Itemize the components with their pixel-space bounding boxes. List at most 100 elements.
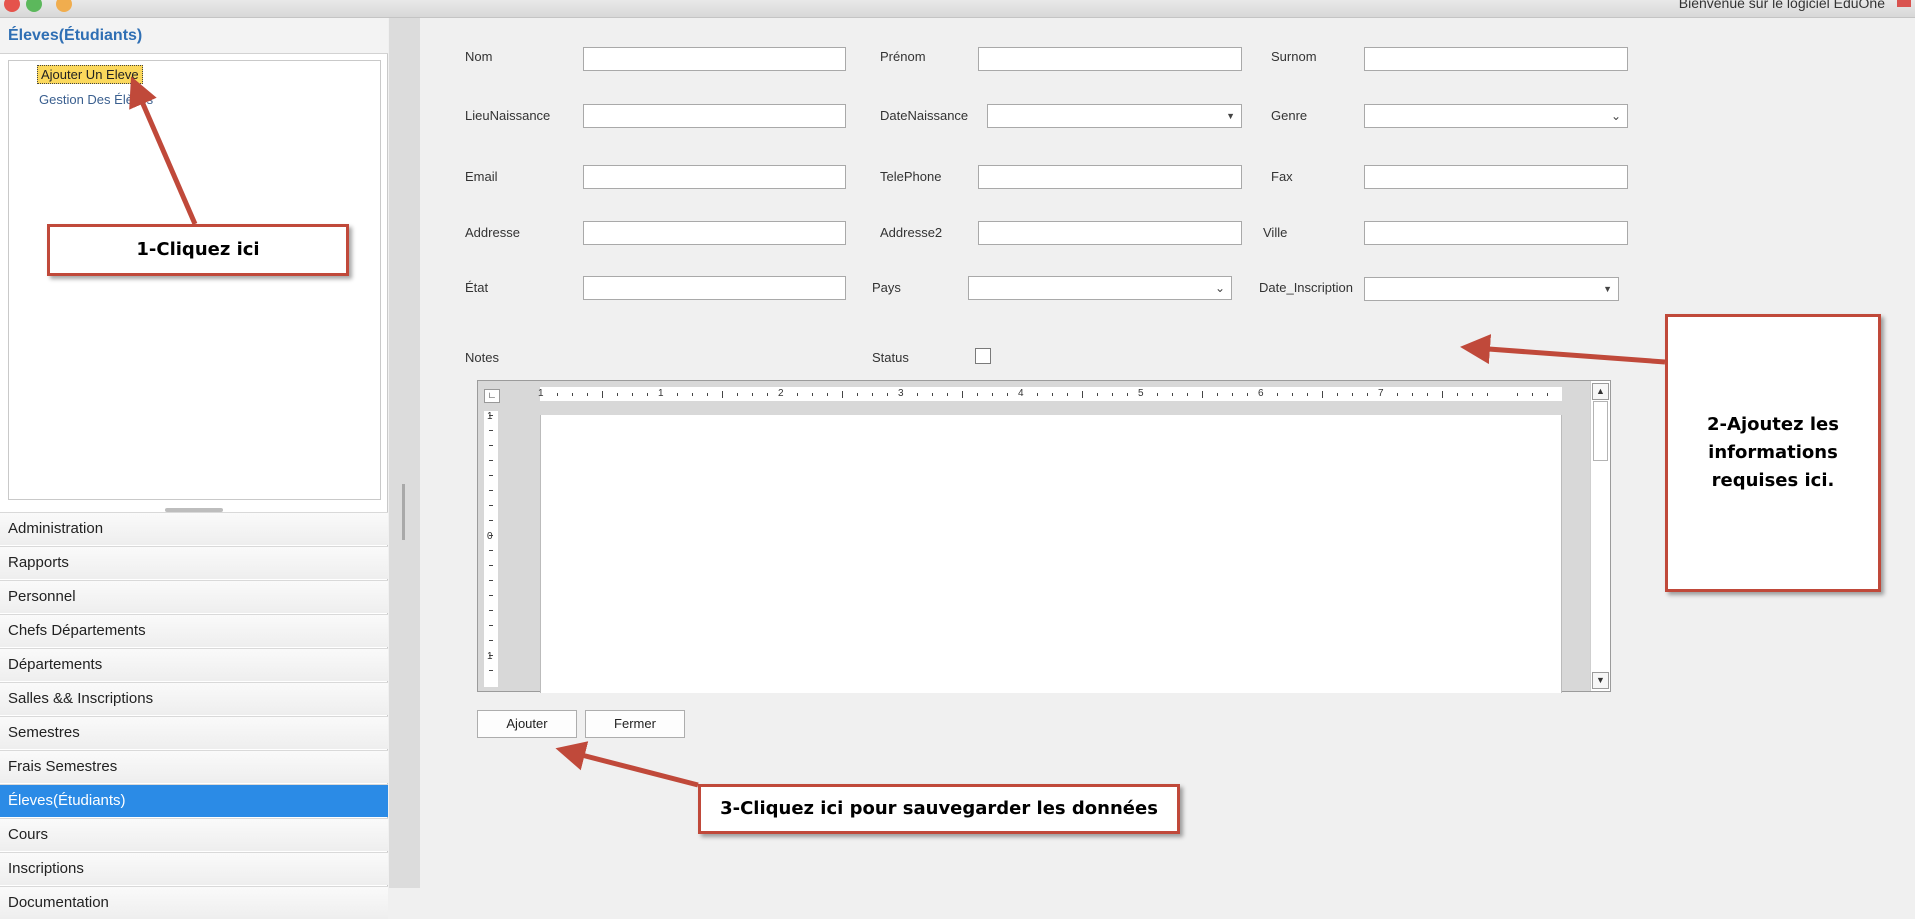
ruler-tick bbox=[1547, 393, 1548, 396]
ruler-tick bbox=[797, 393, 798, 396]
ruler-number: 1 bbox=[487, 411, 493, 422]
nav-item-documentation[interactable]: Documentation bbox=[0, 886, 388, 919]
nav-item-chefs-departements[interactable]: Chefs Départements bbox=[0, 614, 388, 647]
horizontal-ruler[interactable]: 1 1 2 3 4 5 6 7 bbox=[538, 387, 1562, 401]
ruler-tick bbox=[489, 460, 493, 461]
ruler-tick bbox=[977, 393, 978, 396]
date-inscription-picker[interactable]: ▼ bbox=[1364, 277, 1619, 301]
ruler-number: 3 bbox=[898, 388, 904, 399]
nav-item-cours[interactable]: Cours bbox=[0, 818, 388, 851]
ruler-tick bbox=[1322, 391, 1323, 398]
ruler-tick bbox=[1337, 393, 1338, 396]
scrollbar-thumb[interactable] bbox=[1593, 401, 1608, 461]
genre-label: Genre bbox=[1271, 108, 1308, 123]
vertical-splitter-handle[interactable] bbox=[402, 484, 405, 540]
addresse-field[interactable] bbox=[583, 221, 846, 245]
ruler-tick bbox=[992, 393, 993, 396]
ruler-tick bbox=[737, 393, 738, 396]
vertical-ruler: 1 0 1 bbox=[484, 411, 498, 687]
tree-item-ajouter-un-eleve[interactable]: Ajouter Un Eleve bbox=[37, 65, 143, 84]
lieu-naissance-field[interactable] bbox=[583, 104, 846, 128]
tab-stop-selector[interactable]: ∟ bbox=[484, 389, 500, 403]
ruler-tick bbox=[1487, 393, 1488, 396]
nav-item-eleves[interactable]: Éleves(Étudiants) bbox=[0, 784, 388, 817]
ruler-tick bbox=[1247, 393, 1248, 396]
nav-item-administration[interactable]: Administration bbox=[0, 512, 388, 545]
telephone-field[interactable] bbox=[978, 165, 1242, 189]
ruler-tick bbox=[917, 393, 918, 396]
window-minimize-button[interactable] bbox=[26, 0, 42, 12]
nav-item-frais-semestres[interactable]: Frais Semestres bbox=[0, 750, 388, 783]
etat-label: État bbox=[465, 280, 489, 295]
genre-select[interactable]: ⌄ bbox=[1364, 104, 1628, 128]
ruler-tick bbox=[647, 393, 648, 396]
ruler-tick bbox=[1112, 393, 1113, 396]
tree-item-gestion-des-eleves[interactable]: Gestion Des Élèves bbox=[39, 92, 153, 107]
ruler-tick bbox=[489, 580, 493, 581]
prenom-field[interactable] bbox=[978, 47, 1242, 71]
ruler-tick bbox=[489, 475, 493, 476]
email-label: Email bbox=[465, 169, 498, 184]
ruler-tick bbox=[932, 393, 933, 396]
ruler-tick bbox=[602, 391, 603, 398]
date-dropdown-icon: ▼ bbox=[1603, 284, 1612, 294]
nav-item-rapports[interactable]: Rapports bbox=[0, 546, 388, 579]
nav-item-inscriptions[interactable]: Inscriptions bbox=[0, 852, 388, 885]
nav-item-personnel[interactable]: Personnel bbox=[0, 580, 388, 613]
nom-field[interactable] bbox=[583, 47, 846, 71]
ruler-tick bbox=[872, 393, 873, 396]
nom-label: Nom bbox=[465, 49, 493, 64]
window-maximize-button[interactable] bbox=[56, 0, 72, 12]
scroll-down-icon[interactable]: ▼ bbox=[1592, 672, 1609, 689]
date-inscription-label: Date_Inscription bbox=[1259, 280, 1353, 295]
ruler-tick bbox=[617, 393, 618, 396]
ruler-tick bbox=[1277, 393, 1278, 396]
ruler-tick bbox=[489, 610, 493, 611]
ville-field[interactable] bbox=[1364, 221, 1628, 245]
ruler-tick bbox=[489, 625, 493, 626]
ruler-tick bbox=[489, 565, 493, 566]
ruler-tick bbox=[1037, 393, 1038, 396]
email-field[interactable] bbox=[583, 165, 846, 189]
ruler-tick bbox=[489, 670, 493, 671]
ruler-tick bbox=[827, 393, 828, 396]
surnom-field[interactable] bbox=[1364, 47, 1628, 71]
etat-field[interactable] bbox=[583, 276, 846, 300]
nav-item-departements[interactable]: Départements bbox=[0, 648, 388, 681]
ruler-tick bbox=[1202, 391, 1203, 398]
fax-field[interactable] bbox=[1364, 165, 1628, 189]
scroll-up-icon[interactable]: ▲ bbox=[1592, 383, 1609, 400]
ruler-tick bbox=[1172, 393, 1173, 396]
ruler-tick bbox=[1352, 393, 1353, 396]
ruler-tick bbox=[1097, 393, 1098, 396]
ruler-number: 2 bbox=[778, 388, 784, 399]
ruler-tick bbox=[857, 393, 858, 396]
ruler-tick bbox=[489, 430, 493, 431]
ruler-number: 1 bbox=[538, 388, 544, 399]
ruler-number: 0 bbox=[487, 531, 493, 542]
ruler-tick bbox=[557, 393, 558, 396]
ruler-number: 1 bbox=[487, 651, 493, 662]
ruler-tick bbox=[677, 393, 678, 396]
nav-item-semestres[interactable]: Semestres bbox=[0, 716, 388, 749]
fermer-button[interactable]: Fermer bbox=[585, 710, 685, 738]
ruler-tick bbox=[587, 393, 588, 396]
ruler-tick bbox=[489, 595, 493, 596]
ruler-tick bbox=[489, 490, 493, 491]
window-close-button[interactable] bbox=[4, 0, 20, 12]
fax-label: Fax bbox=[1271, 169, 1293, 184]
addresse2-field[interactable] bbox=[978, 221, 1242, 245]
sidebar-group-header[interactable]: Éleves(Étudiants) bbox=[0, 18, 388, 54]
notes-editor-area[interactable] bbox=[540, 415, 1562, 693]
ruler-tick bbox=[1292, 393, 1293, 396]
nav-item-salles-inscriptions[interactable]: Salles && Inscriptions bbox=[0, 682, 388, 715]
ruler-tick bbox=[1157, 393, 1158, 396]
ajouter-button[interactable]: Ajouter bbox=[477, 710, 577, 738]
ruler-number: 4 bbox=[1018, 388, 1024, 399]
pays-select[interactable]: ⌄ bbox=[968, 276, 1232, 300]
date-naissance-picker[interactable]: ▼ bbox=[987, 104, 1242, 128]
editor-vertical-scrollbar[interactable]: ▲ ▼ bbox=[1590, 381, 1610, 691]
sidebar-group-title: Éleves(Étudiants) bbox=[8, 27, 143, 44]
ruler-tick bbox=[1517, 393, 1518, 396]
status-checkbox[interactable] bbox=[975, 348, 991, 364]
